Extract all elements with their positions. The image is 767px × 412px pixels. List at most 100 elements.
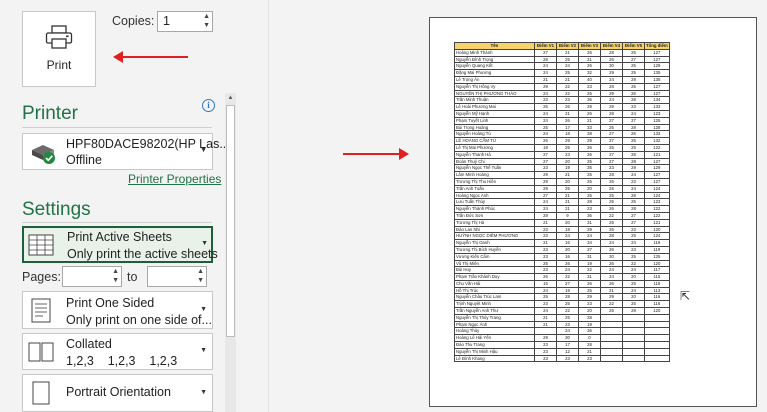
table-cell: 23	[556, 96, 579, 105]
table-cell: 23	[556, 354, 579, 363]
table-cell: 25	[622, 69, 645, 77]
table-cell: 24	[622, 286, 645, 295]
table-cell: 24	[600, 75, 623, 84]
table-cell: 21	[578, 116, 601, 125]
table-cell: 25	[600, 218, 623, 227]
spin-up-icon[interactable]: ▲	[112, 268, 119, 276]
table-cell: 26	[556, 103, 579, 111]
table-cell: 25	[556, 143, 579, 152]
collation-dropdown[interactable]: Collated 1,2,3 1,2,3 1,2,3 ▼	[22, 333, 213, 370]
table-cell: 27	[534, 157, 557, 166]
table-cell: 127	[644, 48, 670, 57]
table-cell: 124	[644, 232, 670, 241]
table-cell: 12	[556, 347, 579, 356]
table-cell: 26	[578, 89, 601, 98]
table-header-row: Tên Điểm V1 Điểm V2 Điểm V3 Điểm V4 Điểm V5 Tổ…	[454, 42, 670, 50]
sides-subtitle: Only print on one side of...	[66, 313, 212, 327]
table-row: Nguyễn Mỹ Hạnh 24 21 26 28 24 123	[454, 109, 670, 118]
table-cell: 132	[644, 137, 670, 145]
sides-dropdown[interactable]: Print One Sided Only print on one side o…	[22, 291, 213, 329]
table-cell: 16	[556, 239, 579, 247]
table-cell: 24	[534, 69, 557, 77]
table-row: LÊ HOÀNG CẨM TÚ 26 29 29 27 25 132	[454, 137, 670, 145]
table-cell: 21	[556, 171, 579, 179]
table-cell: 29	[600, 89, 623, 98]
table-cell: 122	[644, 205, 670, 213]
table-cell: Chu Văn Hải	[454, 279, 535, 288]
info-icon[interactable]: i	[202, 99, 215, 112]
table-cell: 24	[556, 327, 579, 336]
table-row: Hồ Thị Trúc 24 19 25 21 24 113	[454, 286, 670, 295]
table-cell: 24	[534, 286, 557, 295]
table-cell: 20	[556, 157, 579, 166]
table-row: Đào Thu Trang 23 17 28	[454, 341, 670, 349]
table-cell: 28	[578, 198, 601, 207]
pages-to-input[interactable]: ▲ ▼	[147, 266, 207, 287]
table-cell: 38	[578, 130, 601, 139]
table-cell: 24	[622, 184, 645, 193]
print-what-title: Print Active Sheets	[67, 230, 172, 244]
table-cell: 23	[556, 150, 579, 159]
table-cell: 27	[578, 245, 601, 254]
table-row: Hoàng Lê Hải Yến 29 30 0	[454, 334, 670, 343]
table-cell: 25	[600, 198, 623, 207]
table-cell: 24	[534, 89, 557, 98]
table-cell	[622, 334, 645, 343]
table-cell: 29	[600, 103, 623, 111]
table-cell: 29	[534, 177, 557, 186]
orientation-title: Portrait Orientation	[66, 385, 171, 399]
orientation-dropdown[interactable]: Portrait Orientation ▼	[22, 374, 213, 412]
table-cell: Vũ Thị Miên	[454, 259, 535, 268]
table-cell: 0	[578, 334, 601, 343]
table-cell	[534, 327, 557, 336]
table-cell: 9	[556, 211, 579, 220]
spin-down-icon[interactable]: ▼	[203, 22, 210, 30]
spin-up-icon[interactable]: ▲	[203, 13, 210, 21]
table-row: Nguyễn Thị Oanh 21 16 34 24 24 119	[454, 239, 670, 247]
spin-down-icon[interactable]: ▼	[112, 277, 119, 285]
table-cell: 31	[578, 218, 601, 227]
printer-dropdown[interactable]: HPF80DACE98202(HP Las... Offline ▼	[22, 133, 230, 170]
table-cell: 23	[578, 82, 601, 91]
printer-properties-link[interactable]: Printer Properties	[128, 172, 221, 186]
print-what-subtitle: Only print the active sheets	[67, 247, 218, 261]
table-cell: 25	[622, 62, 645, 71]
table-cell: 25	[622, 143, 645, 152]
spin-down-icon[interactable]: ▼	[197, 277, 204, 285]
pages-from-input[interactable]: ▲ ▼	[62, 266, 122, 287]
scroll-up-icon[interactable]: ▲	[225, 93, 236, 103]
table-cell	[644, 334, 670, 343]
table-cell: Trương Thị Hà	[454, 218, 535, 227]
table-cell: 133	[644, 103, 670, 111]
table-cell: 28	[578, 341, 601, 349]
table-cell: 24	[600, 239, 623, 247]
table-cell: 129	[644, 62, 670, 71]
table-cell: Nguyễn Ngọc Thế Tuấn	[454, 164, 535, 173]
table-cell: Phạm Trần Khánh Duy	[454, 273, 535, 281]
scrollbar-thumb[interactable]	[226, 105, 235, 337]
table-cell: 23	[578, 354, 601, 363]
table-cell: 25	[622, 232, 645, 241]
settings-scrollbar[interactable]: ▲	[225, 93, 236, 412]
table-cell: 29	[534, 184, 557, 193]
table-cell: 25	[534, 259, 557, 268]
table-cell: 119	[644, 279, 670, 288]
spin-up-icon[interactable]: ▲	[197, 268, 204, 276]
table-cell: 19	[556, 286, 579, 295]
copies-input[interactable]: 1 ▲ ▼	[157, 11, 213, 32]
table-row: Nguyễn Châu Trúc Lam 25 28 29 29 20 116	[454, 293, 670, 302]
table-cell: Hoàng Minh Thành	[454, 48, 535, 57]
table-cell: Nguyễn Thị Hồng Vy	[454, 82, 535, 91]
table-cell: Đào Thu Trang	[454, 341, 535, 349]
table-cell: 19	[578, 320, 601, 329]
table-row: Bùi Trọng Hoàng 25 17 33 25 28 128	[454, 123, 670, 132]
print-what-dropdown[interactable]: Print Active Sheets Only print the activ…	[22, 226, 218, 263]
table-cell: 27	[600, 157, 623, 166]
print-button[interactable]: Print	[22, 11, 96, 87]
table-cell: 123	[644, 198, 670, 207]
table-cell: 24	[556, 62, 579, 71]
table-cell: 26	[578, 177, 601, 186]
table-cell: Trương Thị Bích Huyền	[454, 245, 535, 254]
table-cell: HUỲNH NGỌC DIỄM PHƯƠNG	[454, 232, 535, 241]
table-cell: 25	[578, 157, 601, 166]
